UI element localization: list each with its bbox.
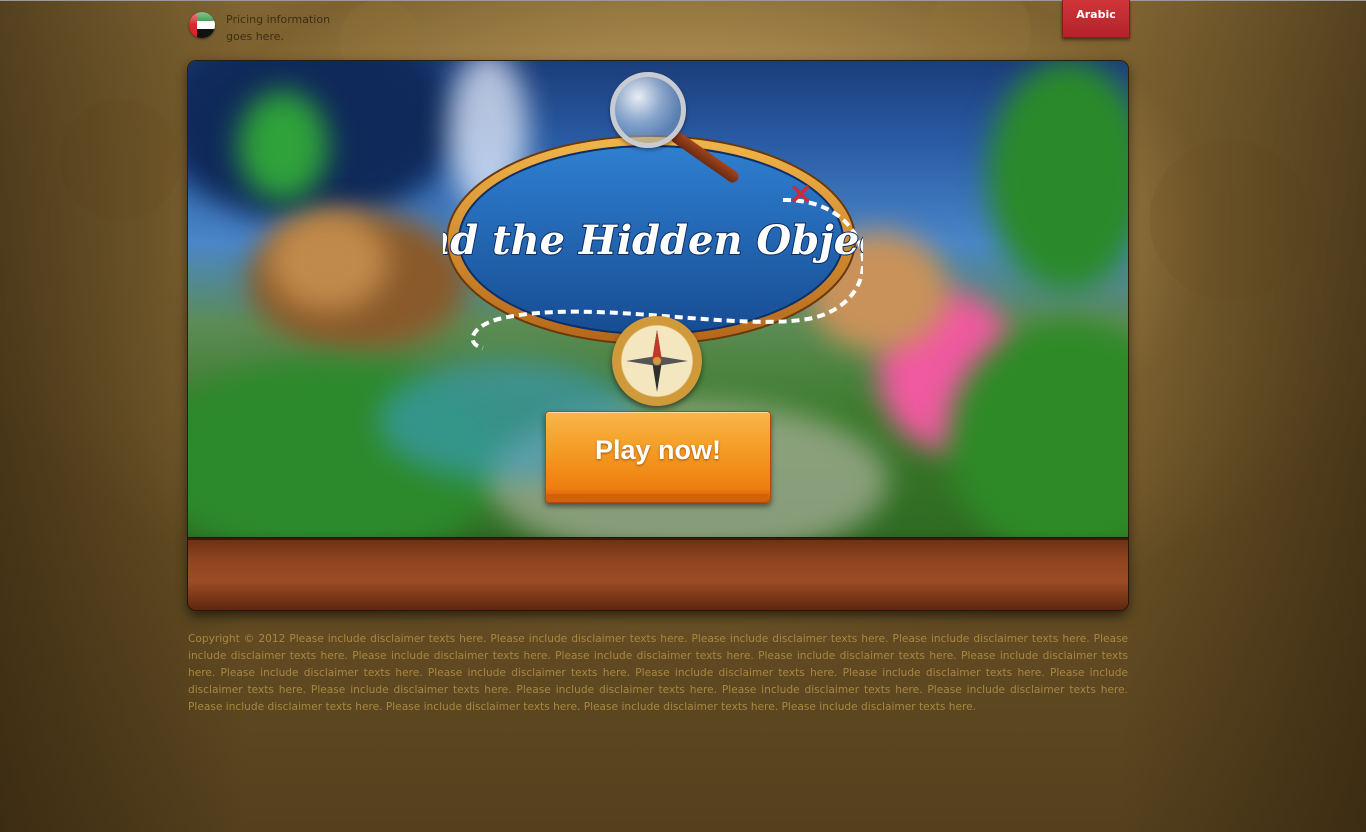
pricing-info: Pricing information goes here. — [226, 13, 331, 43]
play-now-button[interactable]: Play now! — [545, 411, 771, 503]
logo-text: Find the Hidden Objects — [443, 217, 863, 264]
compass-icon — [612, 316, 702, 406]
copyright-disclaimer: Copyright © 2012 Please include disclaim… — [188, 633, 1128, 713]
language-button-arabic[interactable]: Arabic — [1062, 0, 1130, 38]
svg-text:✕: ✕ — [789, 179, 812, 210]
magnifier-icon — [610, 72, 686, 148]
top-border — [0, 0, 1366, 1]
wood-panel — [188, 538, 1128, 610]
uae-flag-icon — [189, 12, 215, 38]
